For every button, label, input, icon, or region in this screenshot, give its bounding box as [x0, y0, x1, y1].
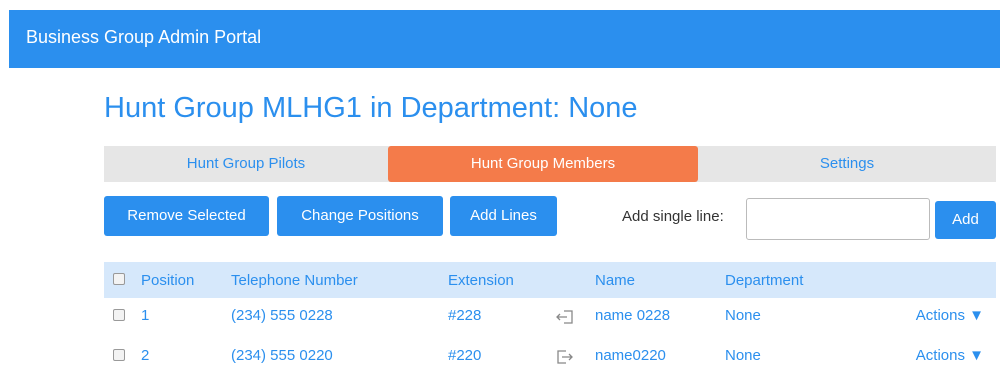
table-header: Position Telephone Number Extension Name… [104, 262, 996, 298]
actions-dropdown[interactable]: Actions ▼ [916, 307, 984, 324]
extension-link[interactable]: #228 [448, 307, 481, 324]
name-link[interactable]: name 0228 [595, 307, 670, 324]
column-header-name[interactable]: Name [595, 272, 635, 289]
column-header-position[interactable]: Position [141, 272, 194, 289]
table-row: 1 (234) 555 0228 #228 name 0228 None Act… [104, 298, 996, 334]
actions-dropdown[interactable]: Actions ▼ [916, 347, 984, 364]
telephone-link[interactable]: (234) 555 0220 [231, 347, 333, 364]
row-checkbox[interactable] [113, 349, 125, 361]
column-header-telephone[interactable]: Telephone Number [231, 272, 358, 289]
tab-settings[interactable]: Settings [698, 146, 996, 182]
row-checkbox[interactable] [113, 309, 125, 321]
department-cell: None [725, 307, 761, 324]
change-positions-button[interactable]: Change Positions [277, 196, 443, 236]
column-header-department[interactable]: Department [725, 272, 803, 289]
telephone-link[interactable]: (234) 555 0228 [231, 307, 333, 324]
tab-hunt-group-pilots[interactable]: Hunt Group Pilots [104, 146, 388, 182]
name-link[interactable]: name0220 [595, 347, 666, 364]
page-title: Hunt Group MLHG1 in Department: None [104, 92, 638, 124]
add-lines-button[interactable]: Add Lines [450, 196, 557, 236]
add-single-line-label: Add single line: [622, 208, 724, 225]
remove-selected-button[interactable]: Remove Selected [104, 196, 269, 236]
top-nav-bar: Business Group Admin Portal [9, 10, 1000, 68]
department-cell: None [725, 347, 761, 364]
app-title: Business Group Admin Portal [26, 27, 262, 47]
table-row: 2 (234) 555 0220 #220 name0220 None Acti… [104, 338, 996, 367]
add-button[interactable]: Add [935, 201, 996, 239]
sign-in-icon [556, 307, 574, 329]
sign-out-icon [556, 347, 574, 367]
position-cell[interactable]: 1 [141, 307, 149, 324]
tab-hunt-group-members[interactable]: Hunt Group Members [388, 146, 698, 182]
extension-link[interactable]: #220 [448, 347, 481, 364]
select-all-checkbox[interactable] [113, 273, 125, 285]
position-cell[interactable]: 2 [141, 347, 149, 364]
tab-bar: Hunt Group Pilots Hunt Group Members Set… [104, 146, 996, 182]
add-single-line-input[interactable] [746, 198, 930, 240]
column-header-extension[interactable]: Extension [448, 272, 514, 289]
